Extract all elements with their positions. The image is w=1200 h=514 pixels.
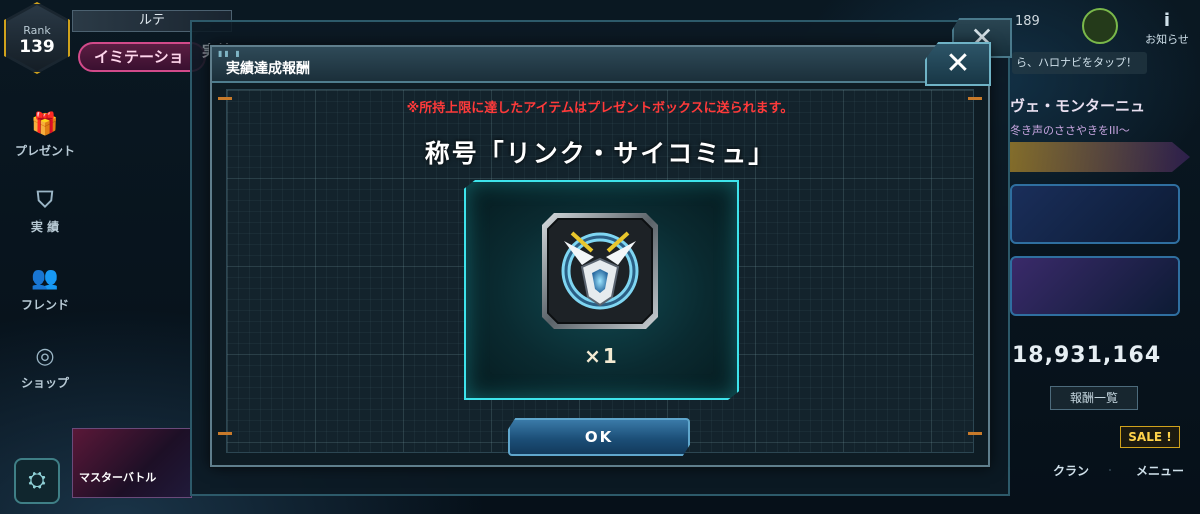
friends-icon: 👥	[31, 266, 59, 291]
menu-label: メニュー	[1135, 464, 1184, 478]
event-banner-arrow[interactable]	[1010, 142, 1190, 172]
robot-icon: ⛭	[28, 468, 46, 493]
reward-list-button[interactable]: 報酬一覧	[1050, 386, 1138, 410]
sidebar-item-label: ショップ	[20, 376, 69, 390]
sidebar-item-label: 実 績	[30, 220, 60, 234]
close-icon: ✕	[945, 46, 971, 81]
title-emblem-icon	[542, 213, 658, 329]
info-label: お知らせ	[1145, 33, 1189, 46]
sidebar-item-label: プレゼント	[14, 144, 75, 158]
ticker-text[interactable]: ら、ハロナビをタップ！	[1012, 52, 1147, 74]
sidebar-item-present[interactable]: 🎁 プレゼント	[8, 112, 82, 159]
info-icon: i	[1163, 10, 1171, 31]
event-card[interactable]	[1010, 184, 1180, 244]
reward-quantity: ×1	[584, 344, 619, 368]
player-title-badge[interactable]: イミテーショ	[78, 42, 206, 72]
rank-badge[interactable]: Rank 139	[2, 0, 72, 76]
menu-button[interactable]: メニュー	[1130, 462, 1190, 479]
event-subtitle: 冬き声のささやきをIII〜	[1010, 124, 1130, 137]
modal-warning: ※所持上限に達したアイテムはプレゼントボックスに送られます。	[406, 101, 794, 116]
event-title: ヴェ・モンターニュ	[1010, 97, 1146, 115]
sale-badge[interactable]: SALE !	[1120, 426, 1180, 448]
modal-header: ▮▮ ▮ 実績達成報酬	[212, 47, 988, 83]
corner-deco	[218, 432, 232, 435]
header-decoration: ▮▮ ▮	[218, 49, 242, 58]
info-button[interactable]: i お知らせ	[1142, 10, 1192, 47]
achievement-icon: ⛉	[36, 188, 54, 213]
corner-deco	[968, 432, 982, 435]
sidebar-item-achievements[interactable]: ⛉ 実 績	[8, 188, 82, 235]
ok-button[interactable]: OK	[508, 418, 690, 456]
gift-icon: 🎁	[31, 112, 59, 137]
capital-counter: 18,931,164	[1012, 343, 1162, 368]
reward-title: 称号「リンク・サイコミュ」	[424, 139, 776, 168]
sidebar-item-shop[interactable]: ◎ ショップ	[8, 344, 82, 391]
shop-icon: ◎	[35, 344, 55, 369]
mobile-suit-button[interactable]: ⛭	[14, 458, 60, 504]
modal-title: 実績達成報酬	[226, 61, 310, 77]
banner-label: マスターバトル	[79, 471, 157, 484]
rank-value: 139	[19, 37, 55, 57]
modal-close-button[interactable]: ✕	[925, 42, 991, 86]
rank-label: Rank	[23, 24, 51, 37]
currency-counter: 189	[1015, 14, 1040, 29]
reward-modal: ▮▮ ▮ 実績達成報酬 ※所持上限に達したアイテムはプレゼントボックスに送られま…	[210, 45, 990, 467]
master-battle-banner[interactable]: マスターバトル	[72, 428, 192, 498]
navigator-avatar[interactable]	[1082, 8, 1118, 44]
clan-label: クラン	[1052, 464, 1089, 478]
sidebar-item-label: フレンド	[20, 298, 69, 312]
quest-card[interactable]	[1010, 256, 1180, 316]
clan-button[interactable]: クラン	[1046, 462, 1096, 479]
sidebar-item-friends[interactable]: 👥 フレンド	[8, 266, 82, 313]
